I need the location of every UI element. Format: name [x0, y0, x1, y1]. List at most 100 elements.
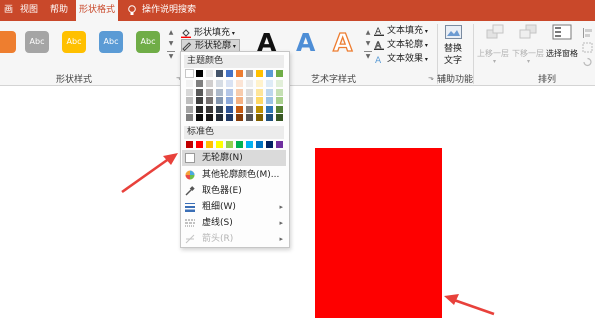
tab-help[interactable]: 帮助	[50, 0, 68, 21]
wordart-scroll-up[interactable]: ▲	[364, 28, 372, 37]
theme-color-swatch[interactable]	[186, 97, 193, 104]
gallery-scroll-up[interactable]: ▲	[167, 28, 175, 37]
standard-color-swatch[interactable]	[246, 141, 253, 148]
rotate-icon[interactable]	[582, 56, 593, 67]
theme-color-swatch[interactable]	[276, 97, 283, 104]
menu-item-weight[interactable]: 粗细(W) ▸	[182, 199, 286, 215]
menu-item-arrows[interactable]: 箭头(R) ▸	[182, 231, 286, 247]
theme-color-swatch[interactable]	[196, 88, 203, 96]
theme-color-swatch[interactable]	[226, 80, 233, 87]
theme-color-swatch[interactable]	[196, 80, 203, 87]
theme-color-swatch[interactable]	[236, 97, 243, 104]
theme-color-swatch[interactable]	[246, 70, 253, 77]
standard-color-swatch[interactable]	[206, 141, 213, 148]
theme-color-swatch[interactable]	[206, 70, 213, 77]
group-objects-icon[interactable]	[582, 42, 593, 53]
theme-color-swatch[interactable]	[185, 69, 194, 78]
theme-color-swatch[interactable]	[256, 105, 263, 113]
theme-color-swatch[interactable]	[256, 88, 263, 96]
theme-color-swatch[interactable]	[276, 70, 283, 77]
tab-draw[interactable]: 画	[4, 0, 13, 21]
standard-color-swatch[interactable]	[276, 141, 283, 148]
theme-color-swatch[interactable]	[236, 70, 243, 77]
gallery-scroll-down[interactable]: ▼	[167, 39, 175, 48]
standard-color-swatch[interactable]	[266, 141, 273, 148]
theme-color-swatch[interactable]	[206, 105, 213, 113]
theme-color-swatch[interactable]	[196, 97, 203, 104]
selection-pane-button[interactable]: 选择窗格	[546, 48, 578, 59]
shape-style-swatch-orange[interactable]	[0, 31, 16, 53]
wordart-launcher-icon[interactable]: ⬎	[428, 74, 434, 82]
theme-color-swatch[interactable]	[246, 88, 253, 96]
theme-color-swatch[interactable]	[206, 80, 213, 87]
shape-style-swatch-gray[interactable]: Abc	[25, 31, 49, 53]
theme-color-swatch[interactable]	[246, 105, 253, 113]
theme-color-swatch[interactable]	[206, 114, 213, 121]
standard-color-swatch[interactable]	[196, 141, 203, 148]
theme-color-swatch[interactable]	[186, 114, 193, 121]
theme-color-swatch[interactable]	[236, 88, 243, 96]
theme-color-swatch[interactable]	[266, 114, 273, 121]
menu-item-dashes[interactable]: 虚线(S) ▸	[182, 215, 286, 231]
wordart-style-blue[interactable]: A	[296, 28, 315, 57]
theme-color-swatch[interactable]	[256, 80, 263, 87]
shape-style-swatch-blue[interactable]: Abc	[99, 31, 123, 53]
theme-color-swatch[interactable]	[256, 114, 263, 121]
theme-color-swatch[interactable]	[266, 70, 273, 77]
shape-style-swatch-green[interactable]: Abc	[136, 31, 160, 53]
theme-color-swatch[interactable]	[216, 105, 223, 113]
theme-color-swatch[interactable]	[266, 88, 273, 96]
theme-color-swatch[interactable]	[186, 80, 193, 87]
theme-color-swatch[interactable]	[186, 88, 193, 96]
gallery-more[interactable]: ▼	[167, 51, 175, 61]
theme-color-swatch[interactable]	[226, 88, 233, 96]
theme-color-swatch[interactable]	[266, 105, 273, 113]
theme-color-swatch[interactable]	[206, 88, 213, 96]
menu-item-more-outline-colors[interactable]: 其他轮廓颜色(M)...	[182, 167, 286, 183]
standard-color-swatch[interactable]	[186, 141, 193, 148]
theme-color-swatch[interactable]	[216, 80, 223, 87]
theme-color-swatch[interactable]	[276, 114, 283, 121]
theme-color-swatch[interactable]	[246, 80, 253, 87]
theme-color-swatch[interactable]	[226, 105, 233, 113]
theme-color-swatch[interactable]	[266, 97, 273, 104]
theme-color-swatch[interactable]	[236, 105, 243, 113]
theme-color-swatch[interactable]	[246, 114, 253, 121]
tell-me-search[interactable]: 操作说明搜索	[142, 0, 196, 21]
red-rectangle-shape[interactable]	[315, 148, 442, 318]
theme-color-swatch[interactable]	[256, 70, 263, 77]
slide-canvas[interactable]	[0, 86, 595, 318]
standard-color-swatch[interactable]	[226, 141, 233, 148]
theme-color-swatch[interactable]	[196, 70, 203, 77]
theme-color-swatch[interactable]	[226, 114, 233, 121]
align-icon[interactable]	[582, 27, 593, 39]
theme-color-swatch[interactable]	[196, 105, 203, 113]
menu-item-no-outline[interactable]: 无轮廓(N)	[182, 150, 286, 166]
theme-color-swatch[interactable]	[236, 80, 243, 87]
text-outline-button[interactable]: A 文本轮廓 ▾	[374, 39, 428, 52]
text-fill-button[interactable]: A 文本填充 ▾	[374, 25, 428, 38]
theme-color-swatch[interactable]	[216, 114, 223, 121]
theme-color-swatch[interactable]	[276, 88, 283, 96]
theme-color-swatch[interactable]	[236, 114, 243, 121]
theme-color-swatch[interactable]	[246, 97, 253, 104]
standard-color-swatch[interactable]	[256, 141, 263, 148]
theme-color-swatch[interactable]	[226, 97, 233, 104]
theme-color-swatch[interactable]	[266, 80, 273, 87]
theme-color-swatch[interactable]	[206, 97, 213, 104]
wordart-scroll-down[interactable]: ▼	[364, 39, 372, 48]
wordart-gallery-more[interactable]: ▼	[364, 51, 372, 61]
theme-color-swatch[interactable]	[186, 105, 193, 113]
theme-color-swatch[interactable]	[276, 105, 283, 113]
wordart-style-orange-outline[interactable]: A	[332, 27, 353, 57]
standard-color-swatch[interactable]	[236, 141, 243, 148]
theme-color-swatch[interactable]	[276, 80, 283, 87]
theme-color-swatch[interactable]	[196, 114, 203, 121]
theme-color-swatch[interactable]	[216, 88, 223, 96]
shape-style-swatch-gold[interactable]: Abc	[62, 31, 86, 53]
standard-color-swatch[interactable]	[216, 141, 223, 148]
alt-text-button[interactable]: 替换 文字	[442, 25, 466, 67]
theme-color-swatch[interactable]	[216, 97, 223, 104]
theme-color-swatch[interactable]	[226, 70, 233, 77]
theme-color-swatch[interactable]	[256, 97, 263, 104]
